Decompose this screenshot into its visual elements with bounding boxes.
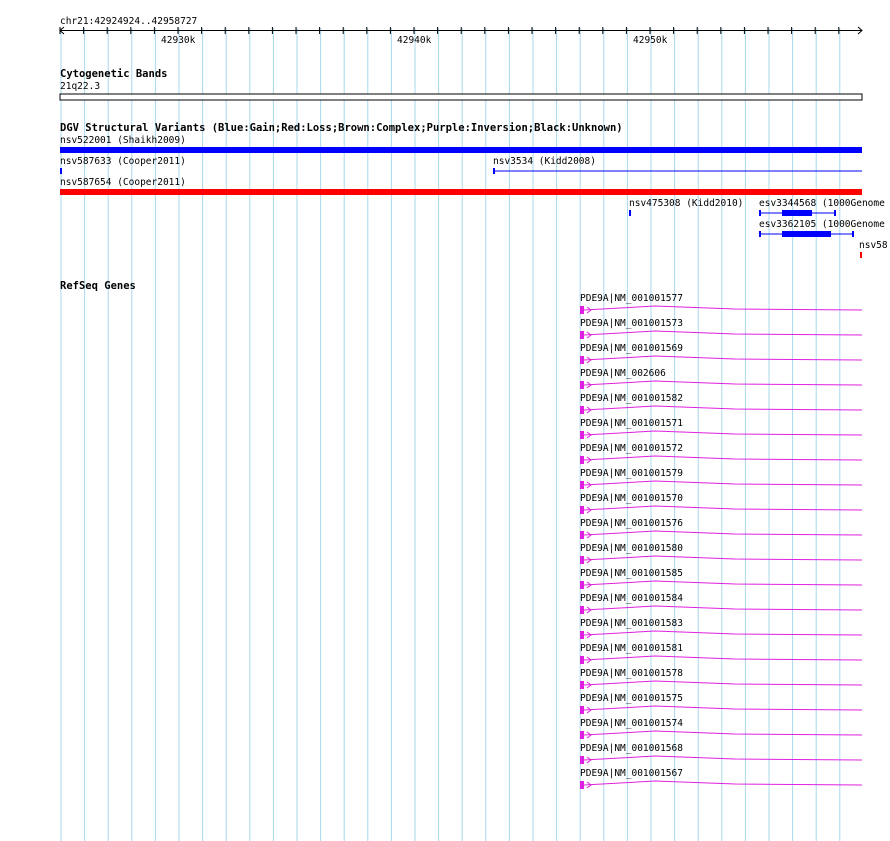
dgv-feature-label[interactable]: nsv3534 (Kidd2008) [493, 156, 596, 167]
gene-exon [580, 431, 584, 439]
gene-exon [580, 681, 584, 689]
gene-label[interactable]: PDE9A|NM_001001571 [580, 418, 683, 429]
ruler-tick-label: 42930k [161, 35, 196, 46]
gene-label[interactable]: PDE9A|NM_001001572 [580, 443, 683, 454]
gene-exon [580, 706, 584, 714]
dgv-feature-end [759, 210, 761, 216]
gene-intron [583, 705, 863, 711]
gene-exon [580, 631, 584, 639]
dgv-feature-block [782, 231, 831, 237]
dgv-feature-bar [60, 189, 862, 195]
gene-exon [580, 406, 584, 414]
gene-intron [583, 555, 863, 561]
genome-browser-panel: chr21:42924924..42958727 42930k 42940k 4… [0, 0, 890, 841]
dgv-feature-bar [629, 210, 631, 216]
gene-intron [583, 480, 863, 486]
cytoband-label: 21q22.3 [60, 81, 101, 92]
dgv-feature-label[interactable]: nsv522001 (Shaikh2009) [60, 135, 186, 146]
gene-exon [580, 656, 584, 664]
gene-exon [580, 506, 584, 514]
gene-intron [583, 355, 863, 361]
gene-label[interactable]: PDE9A|NM_001001583 [580, 618, 683, 629]
gene-label[interactable]: PDE9A|NM_001001578 [580, 668, 683, 679]
gene-exon [580, 306, 584, 314]
gene-exon [580, 456, 584, 464]
gene-label[interactable]: PDE9A|NM_001001576 [580, 518, 683, 529]
gene-label[interactable]: PDE9A|NM_001001581 [580, 643, 683, 654]
gene-exon [580, 356, 584, 364]
gene-intron [583, 330, 863, 336]
gene-exon [580, 731, 584, 739]
gene-exon [580, 556, 584, 564]
region-label: chr21:42924924..42958727 [60, 16, 198, 27]
cytoband-track [59, 93, 863, 101]
dgv-feature-end [759, 231, 761, 237]
dgv-feature-bar [60, 147, 862, 153]
gene-intron [583, 380, 863, 386]
ruler-axis [59, 26, 863, 35]
gene-label[interactable]: PDE9A|NM_001001567 [580, 768, 683, 779]
gene-label[interactable]: PDE9A|NM_002606 [580, 368, 666, 379]
dgv-feature-label[interactable]: esv3344568 (1000Genome [759, 198, 885, 209]
track-title-cytoband: Cytogenetic Bands [60, 68, 168, 80]
gene-exon [580, 481, 584, 489]
gene-intron [583, 580, 863, 586]
gene-exon [580, 531, 584, 539]
dgv-feature-block [782, 210, 812, 216]
dgv-feature-bar [860, 252, 862, 258]
gene-label[interactable]: PDE9A|NM_001001582 [580, 393, 683, 404]
gene-label[interactable]: PDE9A|NM_001001570 [580, 493, 683, 504]
gene-intron [583, 630, 863, 636]
gene-intron [583, 655, 863, 661]
gene-exon [580, 581, 584, 589]
dgv-feature-end [834, 210, 836, 216]
gene-label[interactable]: PDE9A|NM_001001577 [580, 293, 683, 304]
gene-intron [583, 305, 863, 311]
gene-intron [583, 730, 863, 736]
gene-label[interactable]: PDE9A|NM_001001575 [580, 693, 683, 704]
dgv-feature-end [493, 168, 495, 174]
track-title-dgv: DGV Structural Variants (Blue:Gain;Red:L… [60, 122, 623, 134]
dgv-feature-label[interactable]: nsv58 [859, 240, 888, 251]
gene-label[interactable]: PDE9A|NM_001001579 [580, 468, 683, 479]
gene-intron [583, 405, 863, 411]
gene-label[interactable]: PDE9A|NM_001001573 [580, 318, 683, 329]
gene-intron [583, 530, 863, 536]
gene-label[interactable]: PDE9A|NM_001001580 [580, 543, 683, 554]
dgv-feature-label[interactable]: nsv475308 (Kidd2010) [629, 198, 743, 209]
gene-label[interactable]: PDE9A|NM_001001568 [580, 743, 683, 754]
gene-intron [583, 605, 863, 611]
gene-label[interactable]: PDE9A|NM_001001569 [580, 343, 683, 354]
dgv-feature-end [852, 231, 854, 237]
gene-intron [583, 755, 863, 761]
gene-exon [580, 381, 584, 389]
gene-label[interactable]: PDE9A|NM_001001574 [580, 718, 683, 729]
gene-intron [583, 680, 863, 686]
gene-exon [580, 781, 584, 789]
gene-exon [580, 331, 584, 339]
gene-label[interactable]: PDE9A|NM_001001584 [580, 593, 683, 604]
gene-intron [583, 430, 863, 436]
ruler-tick-label: 42950k [633, 35, 668, 46]
gene-intron [583, 505, 863, 511]
dgv-feature-label[interactable]: nsv587654 (Cooper2011) [60, 177, 186, 188]
gene-exon [580, 756, 584, 764]
gene-exon [580, 606, 584, 614]
dgv-feature-bar [60, 168, 62, 174]
gene-intron [583, 455, 863, 461]
dgv-feature-label[interactable]: esv3362105 (1000Genome [759, 219, 885, 230]
track-title-refseq: RefSeq Genes [60, 280, 136, 292]
cytoband-bar [59, 93, 863, 101]
ruler-tick-label: 42940k [397, 35, 432, 46]
gene-intron [583, 780, 863, 786]
dgv-feature-label[interactable]: nsv587633 (Cooper2011) [60, 156, 186, 167]
gene-label[interactable]: PDE9A|NM_001001585 [580, 568, 683, 579]
